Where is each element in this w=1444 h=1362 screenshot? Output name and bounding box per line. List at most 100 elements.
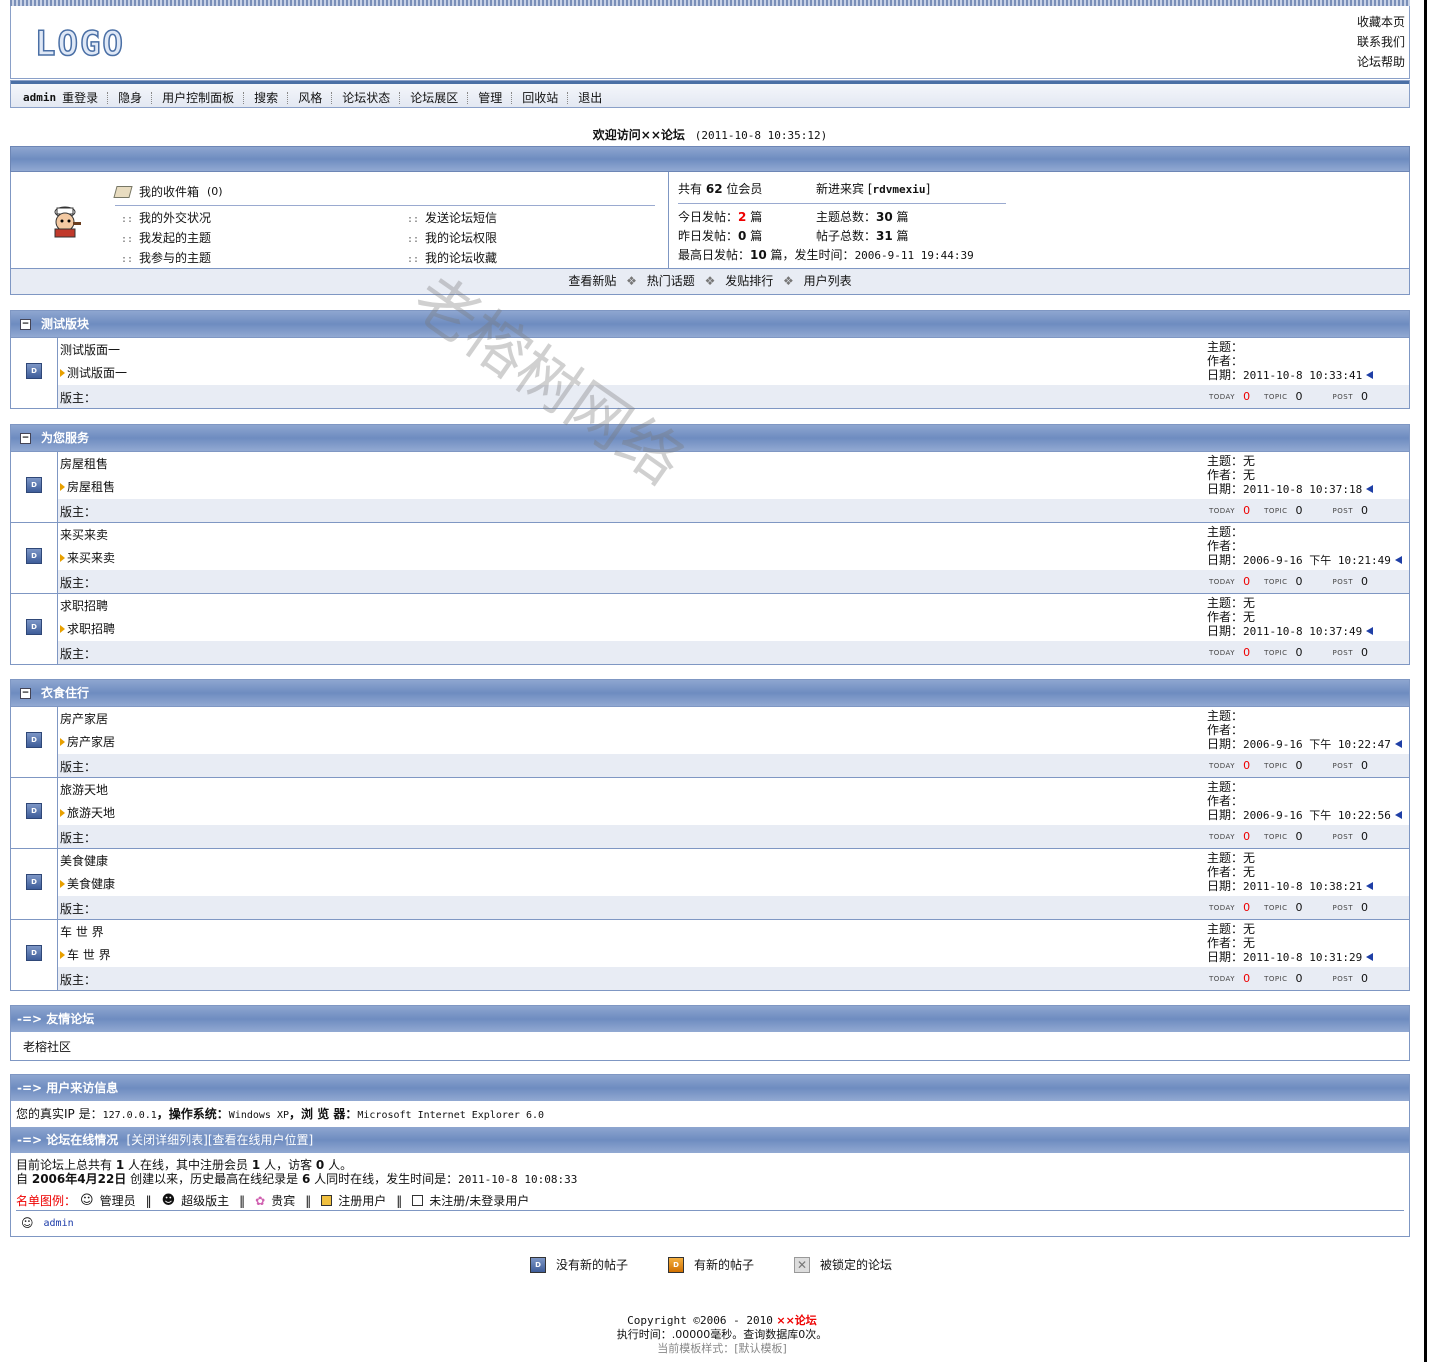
topic-count: 0: [1295, 759, 1303, 772]
last-topic[interactable]: 无: [1243, 454, 1255, 468]
today-count: 0: [1243, 901, 1251, 914]
new-posts-icon: D: [668, 1256, 684, 1273]
forum-name[interactable]: 房产家居: [60, 710, 108, 727]
footer-brand[interactable]: ××论坛: [776, 1314, 816, 1327]
visitor-panel: -=> 用户来访信息 您的真实IP 是：127.0.0.1，操作系统：Windo…: [10, 1074, 1410, 1237]
last-author[interactable]: 无: [1243, 468, 1255, 482]
link-bookmark[interactable]: 收藏本页: [1357, 12, 1405, 32]
quicklink-user-list[interactable]: 用户列表: [804, 274, 852, 288]
menu-forum-gallery[interactable]: 论坛展区: [410, 89, 458, 106]
post-count: 0: [1361, 759, 1368, 772]
quicklink-hot-topics[interactable]: 热门话题: [647, 274, 695, 288]
menu-relogin[interactable]: 重登录: [62, 89, 98, 106]
menu-recycle-bin[interactable]: 回收站: [522, 89, 558, 106]
moderator-label: 版主：: [60, 647, 97, 661]
newest-member-link[interactable]: rdvmexiu: [873, 183, 926, 196]
link-diplomacy[interactable]: 我的外交状况: [139, 211, 211, 225]
site-logo[interactable]: LOGO: [34, 23, 125, 65]
friend-link[interactable]: 老榕社区: [23, 1038, 71, 1055]
last-author[interactable]: 无: [1243, 610, 1255, 624]
today-count: 0: [1243, 972, 1251, 985]
moderator-row: 版主： TODAY 0 TOPIC 0 POST 0: [58, 499, 1409, 522]
last-author[interactable]: 无: [1243, 865, 1255, 879]
inbox-icon: [113, 185, 133, 198]
collapse-icon[interactable]: −: [20, 688, 31, 699]
menu-invisible[interactable]: 隐身: [118, 89, 142, 106]
goto-last-post-icon[interactable]: [1366, 485, 1374, 493]
moderator-label: 版主：: [60, 505, 97, 519]
forum-status-icon: D: [26, 732, 42, 748]
goto-last-post-icon[interactable]: [1366, 953, 1374, 961]
vip-icon: ✿: [255, 1193, 266, 1208]
stat-newest-member: 新进来宾 [rdvmexiu]: [816, 182, 931, 196]
subforum-link[interactable]: 旅游天地: [60, 804, 115, 821]
today-count: 0: [1243, 575, 1251, 588]
subforum-link[interactable]: 房屋租售: [60, 478, 115, 495]
inbox-row[interactable]: 我的收件箱 (0): [113, 183, 223, 200]
forum-stats: TODAY 0 TOPIC 0 POST 0: [1209, 575, 1368, 588]
last-topic[interactable]: 无: [1243, 596, 1255, 610]
goto-last-post-icon[interactable]: [1366, 371, 1374, 379]
today-count: 0: [1243, 646, 1251, 659]
menu-forum-status[interactable]: 论坛状态: [342, 89, 390, 106]
post-count: 0: [1361, 390, 1368, 403]
inbox-label: 我的收件箱: [139, 185, 200, 199]
goto-last-post-icon[interactable]: [1366, 882, 1374, 890]
goto-last-post-icon[interactable]: [1394, 811, 1402, 819]
collapse-icon[interactable]: −: [20, 319, 31, 330]
last-topic[interactable]: 无: [1243, 922, 1255, 936]
forum-name[interactable]: 来买来卖: [60, 526, 108, 543]
goto-last-post-icon[interactable]: [1394, 740, 1402, 748]
link-my-topics[interactable]: 我发起的主题: [139, 231, 211, 245]
menu-style[interactable]: 风格: [298, 89, 322, 106]
link-permissions[interactable]: 我的论坛权限: [425, 231, 497, 245]
menu-manage[interactable]: 管理: [478, 89, 502, 106]
menu-separator: [243, 91, 245, 104]
link-online-locations[interactable]: [查看在线用户位置]: [208, 1133, 313, 1147]
forum-status-icon: D: [26, 477, 42, 493]
welcome-time: (2011-10-8 10:35:12): [694, 129, 828, 142]
menu-search[interactable]: 搜索: [254, 89, 278, 106]
quicklink-post-ranking[interactable]: 发贴排行: [725, 274, 773, 288]
forum-name[interactable]: 测试版面一: [60, 341, 120, 358]
link-contact[interactable]: 联系我们: [1357, 32, 1405, 52]
goto-last-post-icon[interactable]: [1394, 556, 1402, 564]
legend-locked: ✕ 被锁定的论坛: [794, 1256, 892, 1273]
forum-name[interactable]: 车 世 界: [60, 923, 104, 940]
link-favorites[interactable]: 我的论坛收藏: [425, 251, 497, 265]
post-count: 0: [1361, 646, 1368, 659]
forum-name[interactable]: 美食健康: [60, 852, 108, 869]
triangle-icon: [60, 738, 65, 746]
forum-name[interactable]: 房屋租售: [60, 455, 108, 472]
last-topic[interactable]: 无: [1243, 851, 1255, 865]
window-edge: [1424, 0, 1427, 1362]
last-author[interactable]: 无: [1243, 936, 1255, 950]
collapse-icon[interactable]: −: [20, 433, 31, 444]
subforum-link[interactable]: 房产家居: [60, 733, 115, 750]
forum-name[interactable]: 旅游天地: [60, 781, 108, 798]
link-close-list[interactable]: [关闭详细列表]: [126, 1133, 207, 1147]
quicklink-new-posts[interactable]: 查看新贴: [568, 274, 616, 288]
goto-last-post-icon[interactable]: [1366, 627, 1374, 635]
last-post-date: 2011-10-8 10:38:21: [1243, 880, 1363, 893]
menu-control-panel[interactable]: 用户控制面板: [162, 89, 234, 106]
link-participated-topics[interactable]: 我参与的主题: [139, 251, 211, 265]
link-send-message[interactable]: 发送论坛短信: [425, 211, 497, 225]
subforum-link[interactable]: 美食健康: [60, 875, 115, 892]
forum-name[interactable]: 求职招聘: [60, 597, 108, 614]
category-title[interactable]: 测试版块: [41, 311, 89, 337]
subforum-link[interactable]: 求职招聘: [60, 620, 115, 637]
triangle-icon: [60, 951, 65, 959]
link-help[interactable]: 论坛帮助: [1357, 52, 1405, 72]
stat-members: 共有 62 位会员: [678, 182, 763, 196]
forum-row: D 求职招聘 求职招聘 主题：无 作者：无 日期：2011-10-8 10:37:49 版主…: [11, 593, 1409, 664]
today-count: 0: [1243, 759, 1251, 772]
subforum-link[interactable]: 来买来卖: [60, 549, 115, 566]
today-count: 0: [1243, 504, 1251, 517]
subforum-link[interactable]: 车 世 界: [60, 946, 111, 963]
online-user-link[interactable]: admin: [44, 1218, 74, 1229]
menu-logout[interactable]: 退出: [578, 89, 602, 106]
category-title[interactable]: 为您服务: [41, 425, 89, 451]
subforum-link[interactable]: 测试版面一: [60, 364, 127, 381]
category-title[interactable]: 衣食住行: [41, 680, 89, 706]
